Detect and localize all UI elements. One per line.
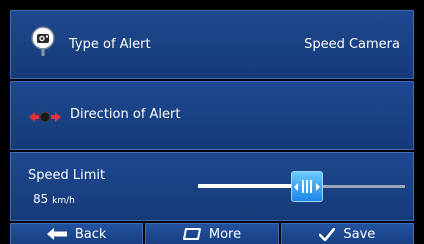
type-of-alert-label: Type of Alert bbox=[69, 37, 151, 52]
speed-limit-value: 85 km/h bbox=[33, 192, 75, 206]
speed-limit-slider-fill bbox=[198, 184, 294, 188]
direction-of-alert-row[interactable]: Direction of Alert bbox=[10, 81, 414, 150]
back-button-label: Back bbox=[74, 226, 107, 242]
speed-limit-label: Speed Limit bbox=[28, 168, 106, 183]
speed-camera-icon bbox=[30, 26, 56, 62]
speed-limit-number: 85 bbox=[33, 192, 49, 206]
speed-limit-unit: km/h bbox=[52, 196, 75, 206]
more-button[interactable]: More bbox=[145, 223, 279, 244]
direction-of-alert-label: Direction of Alert bbox=[70, 107, 181, 122]
speed-limit-row: Speed Limit 85 km/h bbox=[10, 152, 414, 221]
back-arrow-icon bbox=[46, 228, 67, 240]
save-button-label: Save bbox=[343, 226, 376, 242]
bottom-action-bar: Back More Save bbox=[10, 223, 414, 244]
alert-settings-screen: Type of Alert Speed Camera Direction of … bbox=[0, 0, 424, 244]
type-of-alert-row[interactable]: Type of Alert Speed Camera bbox=[10, 10, 414, 79]
more-button-label: More bbox=[208, 226, 242, 242]
direction-arrows-icon bbox=[27, 109, 63, 129]
save-button[interactable]: Save bbox=[280, 223, 414, 244]
back-button[interactable]: Back bbox=[10, 223, 144, 244]
more-icon bbox=[182, 228, 201, 240]
slider-grip-icon bbox=[294, 180, 320, 193]
type-of-alert-value: Speed Camera bbox=[304, 37, 400, 52]
speed-limit-slider-knob[interactable] bbox=[291, 171, 323, 202]
checkmark-icon bbox=[319, 227, 336, 241]
